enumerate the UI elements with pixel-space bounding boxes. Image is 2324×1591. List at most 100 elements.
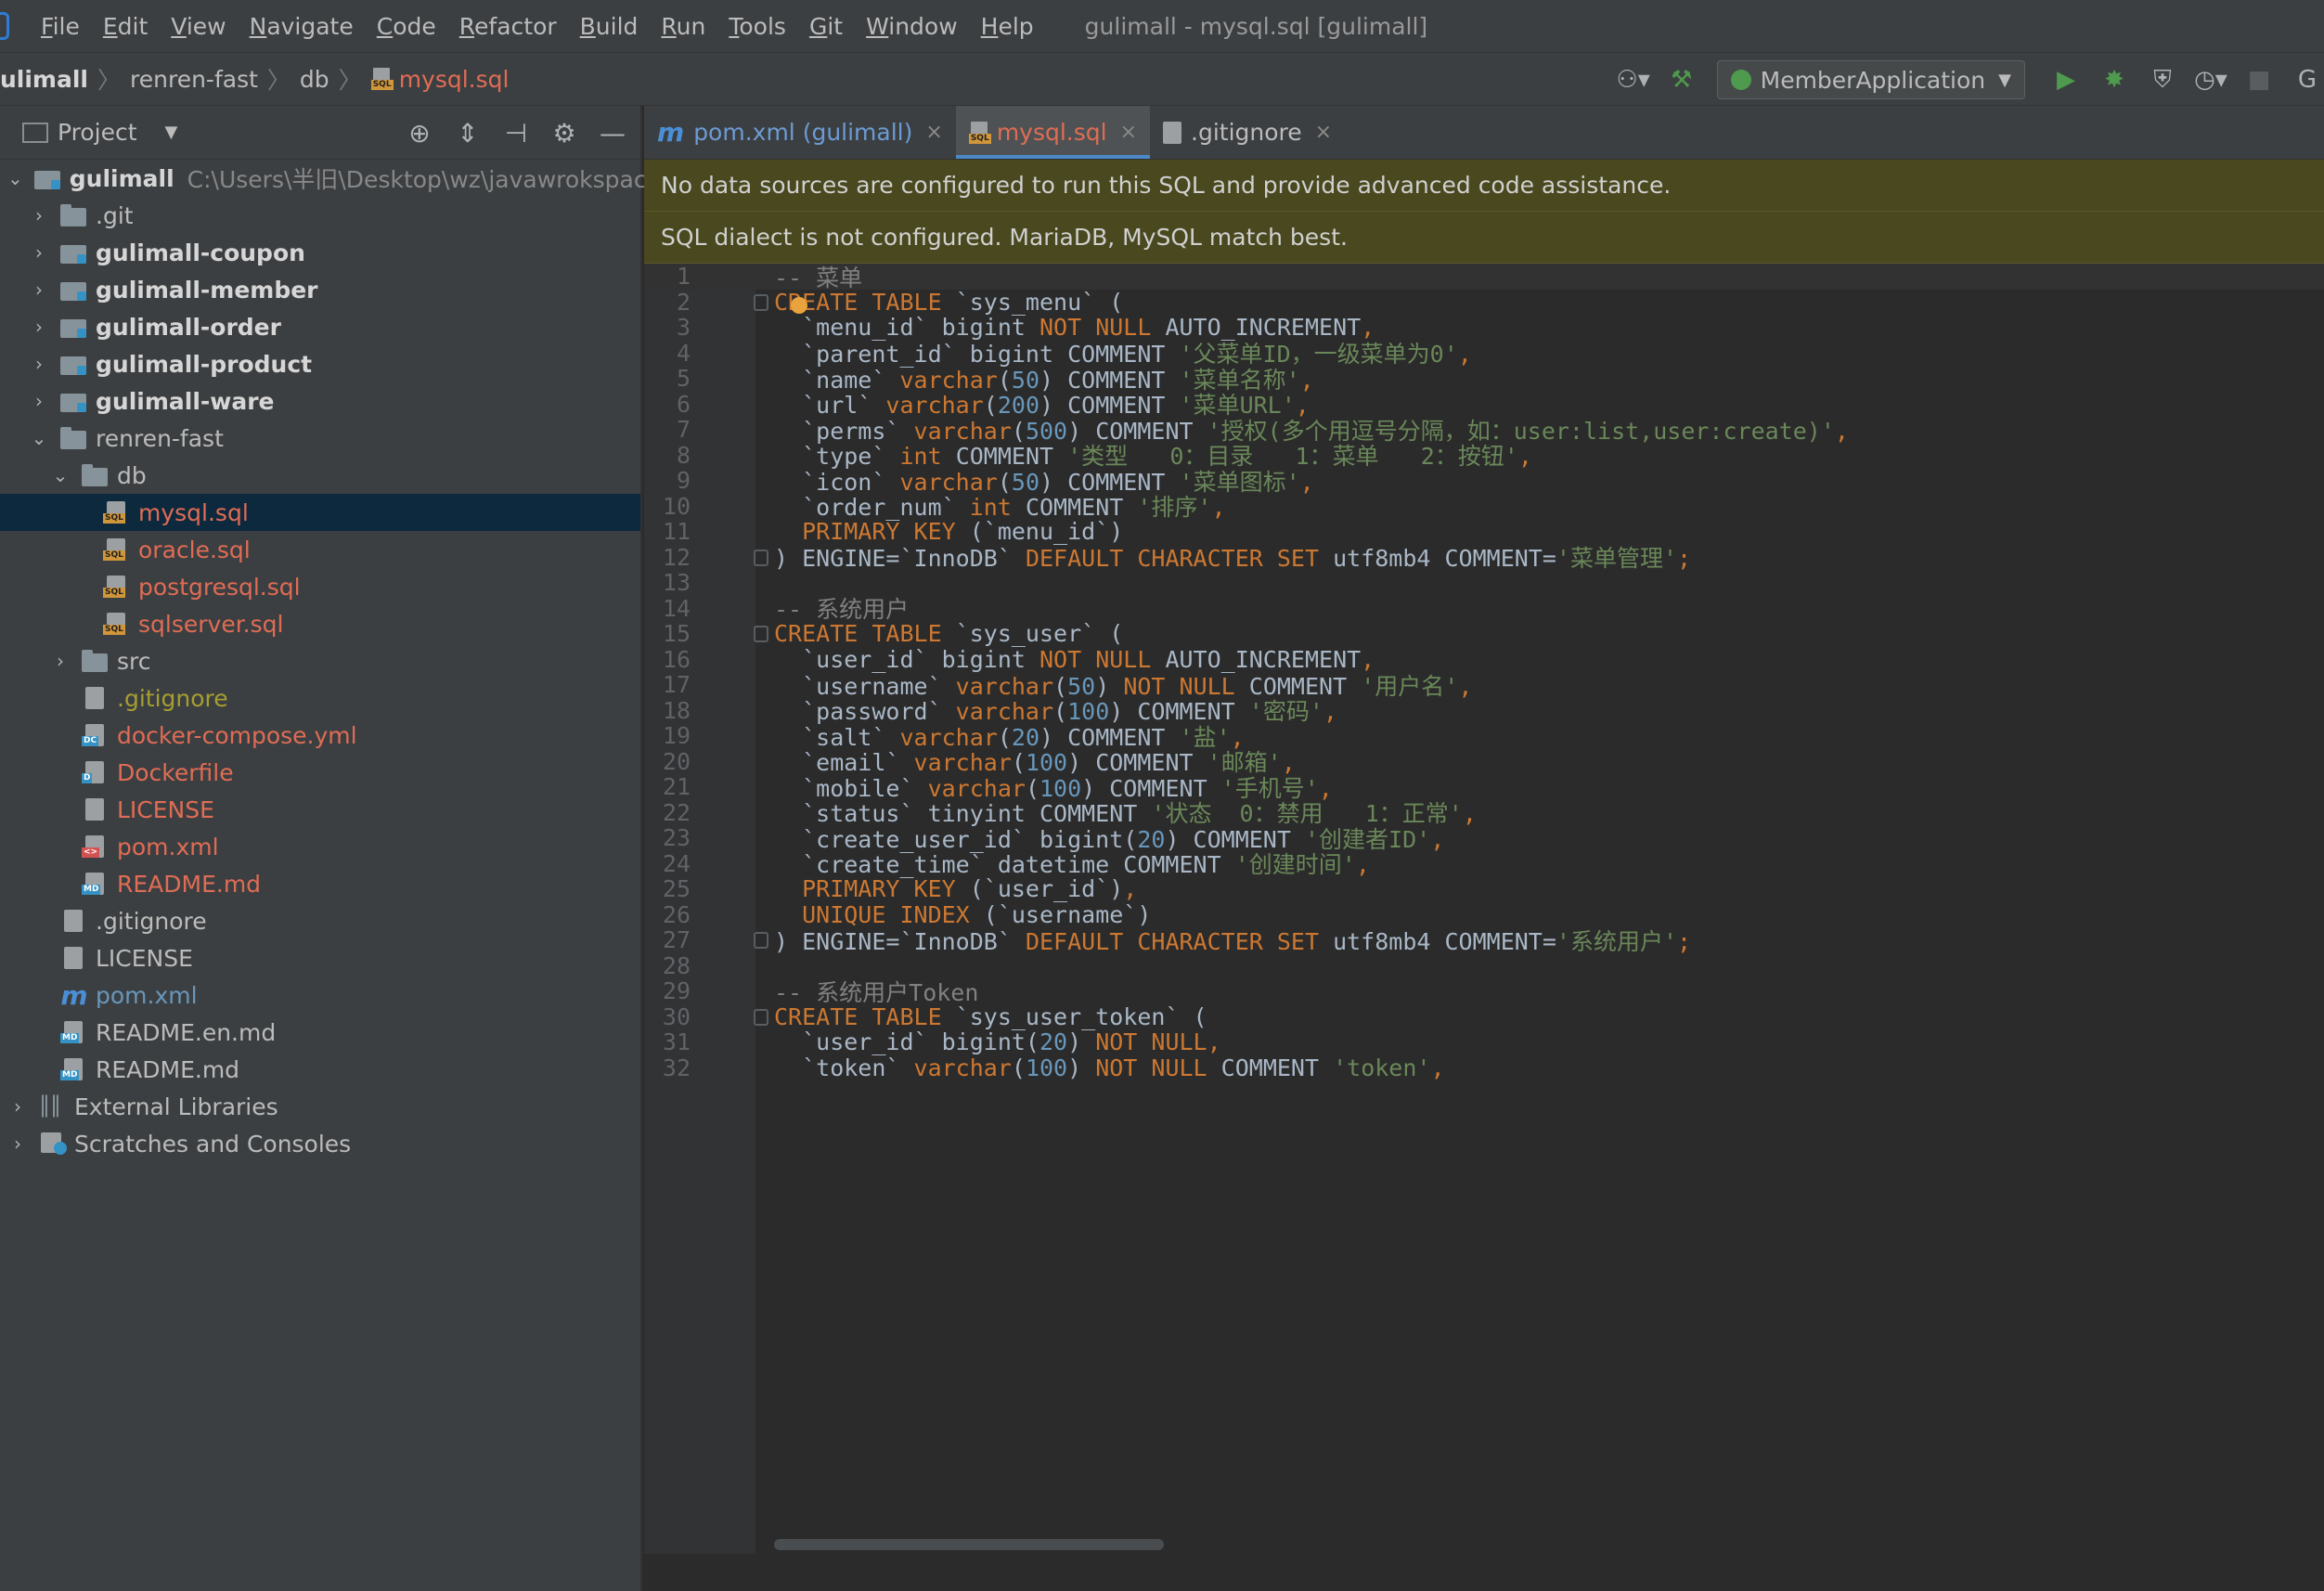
- code-line[interactable]: 30 CREATE TABLE `sys_user_token` (: [644, 1003, 2324, 1030]
- locate-file-icon[interactable]: ⊕: [401, 114, 438, 151]
- breadcrumb-item-module[interactable]: renren-fast: [130, 66, 258, 93]
- editor-tab[interactable]: m pom.xml (gulimall) ×: [644, 106, 956, 159]
- fold-marker-icon[interactable]: [754, 1008, 768, 1026]
- menu-item-refactor[interactable]: Refactor: [459, 13, 557, 40]
- tree-item[interactable]: ›mysql.sql: [0, 494, 640, 531]
- code-editor[interactable]: 1 -- 菜单 2 CREATE TABLE `sys_menu` (3 `menu_…: [644, 263, 2324, 1554]
- hide-panel-icon[interactable]: —: [594, 114, 631, 151]
- code-line[interactable]: 32 `token` varchar(100) NOT NULL COMMENT…: [644, 1054, 2324, 1081]
- tree-item[interactable]: ›LICENSE: [0, 939, 640, 977]
- collapse-all-icon[interactable]: ⊣: [497, 114, 535, 151]
- code-line[interactable]: 2 CREATE TABLE `sys_menu` (: [644, 289, 2324, 316]
- tree-item[interactable]: ⌄ db: [0, 457, 640, 494]
- tree-item[interactable]: › src: [0, 642, 640, 679]
- code-line[interactable]: 25 PRIMARY KEY (`user_id`),: [644, 875, 2324, 902]
- fold-marker-icon[interactable]: [754, 549, 768, 566]
- horizontal-scrollbar[interactable]: [774, 1539, 1164, 1550]
- editor-tab[interactable]: mysql.sql ×: [955, 106, 1151, 159]
- tree-item[interactable]: ›pom.xml: [0, 828, 640, 865]
- breadcrumb-item-folder[interactable]: db: [300, 66, 329, 93]
- chevron-right-icon[interactable]: ›: [50, 650, 71, 672]
- chevron-right-icon[interactable]: ›: [29, 204, 49, 226]
- project-panel-title[interactable]: Project: [58, 119, 137, 146]
- debug-icon[interactable]: ✸: [2098, 63, 2131, 97]
- code-line[interactable]: 14 -- 系统用户: [644, 595, 2324, 624]
- intention-bulb-icon[interactable]: [791, 296, 807, 314]
- menu-item-edit[interactable]: Edit: [103, 13, 148, 40]
- search-everywhere-icon[interactable]: G: [2291, 63, 2324, 97]
- tree-item[interactable]: ⌄ renren-fast: [0, 420, 640, 457]
- tree-item[interactable]: ›README.md: [0, 865, 640, 902]
- menu-item-git[interactable]: Git: [809, 13, 843, 40]
- run-configuration-select[interactable]: MemberApplication ▼: [1716, 60, 2025, 99]
- run-icon[interactable]: ▶: [2049, 63, 2083, 97]
- menu-item-run[interactable]: Run: [661, 13, 705, 40]
- chevron-right-icon[interactable]: ›: [29, 390, 49, 412]
- menu-item-help[interactable]: Help: [981, 13, 1034, 40]
- gear-icon[interactable]: ⚙: [546, 114, 583, 151]
- tree-item[interactable]: ›Dockerfile: [0, 754, 640, 791]
- menu-item-view[interactable]: View: [171, 13, 226, 40]
- chevron-right-icon[interactable]: ›: [7, 1132, 28, 1155]
- tree-item[interactable]: › Scratches and Consoles: [0, 1125, 640, 1162]
- code-line[interactable]: 12) ENGINE=`InnoDB` DEFAULT CHARACTER SE…: [644, 544, 2324, 573]
- tree-item[interactable]: ›README.md: [0, 1051, 640, 1088]
- close-icon[interactable]: ×: [1120, 121, 1137, 144]
- user-account-icon[interactable]: ⚇▾: [1616, 63, 1649, 97]
- code-line[interactable]: 10 `order_num` int COMMENT '排序',: [644, 493, 2324, 522]
- code-token: -- 菜单: [774, 264, 863, 291]
- code-line[interactable]: 1 -- 菜单: [644, 263, 2324, 291]
- tree-item[interactable]: ›.gitignore: [0, 679, 640, 717]
- tree-item[interactable]: ›oracle.sql: [0, 531, 640, 568]
- menu-item-code[interactable]: Code: [377, 13, 436, 40]
- menu-item-navigate[interactable]: Navigate: [250, 13, 354, 40]
- chevron-down-icon[interactable]: ▼: [165, 123, 178, 142]
- breadcrumb-item-root[interactable]: ulimall: [0, 66, 88, 93]
- tree-item[interactable]: › External Libraries: [0, 1088, 640, 1125]
- tree-item[interactable]: ⌄ gulimall C:\Users\半旧\Desktop\wz\javawrok…: [0, 160, 683, 197]
- close-icon[interactable]: ×: [1315, 121, 1332, 144]
- fold-marker-icon[interactable]: [754, 932, 768, 949]
- chevron-right-icon[interactable]: ›: [7, 1095, 28, 1118]
- tree-item[interactable]: ›.gitignore: [0, 902, 640, 939]
- tree-item[interactable]: › gulimall-product: [0, 345, 640, 382]
- chevron-right-icon[interactable]: ›: [29, 353, 49, 375]
- code-line[interactable]: 29 -- 系统用户Token: [644, 977, 2324, 1006]
- tree-item[interactable]: ›mpom.xml: [0, 977, 640, 1014]
- tree-item[interactable]: ›sqlserver.sql: [0, 605, 640, 642]
- chevron-right-icon[interactable]: ›: [29, 278, 49, 301]
- chevron-right-icon[interactable]: ›: [29, 316, 49, 338]
- build-hammer-icon[interactable]: ⚒: [1665, 63, 1698, 97]
- tree-item[interactable]: ›LICENSE: [0, 791, 640, 828]
- tree-item[interactable]: › gulimall-member: [0, 271, 640, 308]
- expand-all-icon[interactable]: ⇕: [449, 114, 486, 151]
- code-line[interactable]: 27) ENGINE=`InnoDB` DEFAULT CHARACTER SE…: [644, 926, 2324, 955]
- code-line[interactable]: 31 `user_id` bigint(20) NOT NULL,: [644, 1028, 2324, 1055]
- editor-tab[interactable]: .gitignore ×: [1150, 106, 1345, 159]
- chevron-down-icon[interactable]: ⌄: [7, 167, 23, 189]
- chevron-down-icon[interactable]: ⌄: [50, 464, 71, 486]
- tree-item[interactable]: › gulimall-order: [0, 308, 640, 345]
- menu-item-file[interactable]: File: [41, 13, 80, 40]
- chevron-down-icon[interactable]: ⌄: [29, 427, 49, 449]
- code-line[interactable]: 24 `create_time` datetime COMMENT '创建时间'…: [644, 850, 2324, 879]
- tree-item[interactable]: ›postgresql.sql: [0, 568, 640, 605]
- stop-icon[interactable]: ■: [2242, 63, 2276, 97]
- fold-marker-icon[interactable]: [754, 626, 768, 642]
- menu-item-build[interactable]: Build: [580, 13, 639, 40]
- menu-item-tools[interactable]: Tools: [729, 13, 786, 40]
- tree-item[interactable]: › .git: [0, 197, 640, 234]
- fold-marker-icon[interactable]: [754, 293, 768, 311]
- close-icon[interactable]: ×: [925, 121, 942, 144]
- tree-item[interactable]: › gulimall-coupon: [0, 234, 640, 271]
- tree-item[interactable]: ›docker-compose.yml: [0, 717, 640, 754]
- menu-item-window[interactable]: Window: [866, 13, 958, 40]
- app-logo-icon[interactable]: [0, 12, 9, 40]
- profile-icon[interactable]: ◷▾: [2194, 63, 2227, 97]
- chevron-right-icon[interactable]: ›: [29, 241, 49, 264]
- tree-item[interactable]: › gulimall-ware: [0, 382, 640, 420]
- code-line[interactable]: 15 CREATE TABLE `sys_user` (: [644, 620, 2324, 647]
- coverage-icon[interactable]: ⛨: [2146, 63, 2179, 97]
- tree-item[interactable]: ›README.en.md: [0, 1014, 640, 1051]
- breadcrumb-item-file[interactable]: mysql.sql: [399, 66, 510, 93]
